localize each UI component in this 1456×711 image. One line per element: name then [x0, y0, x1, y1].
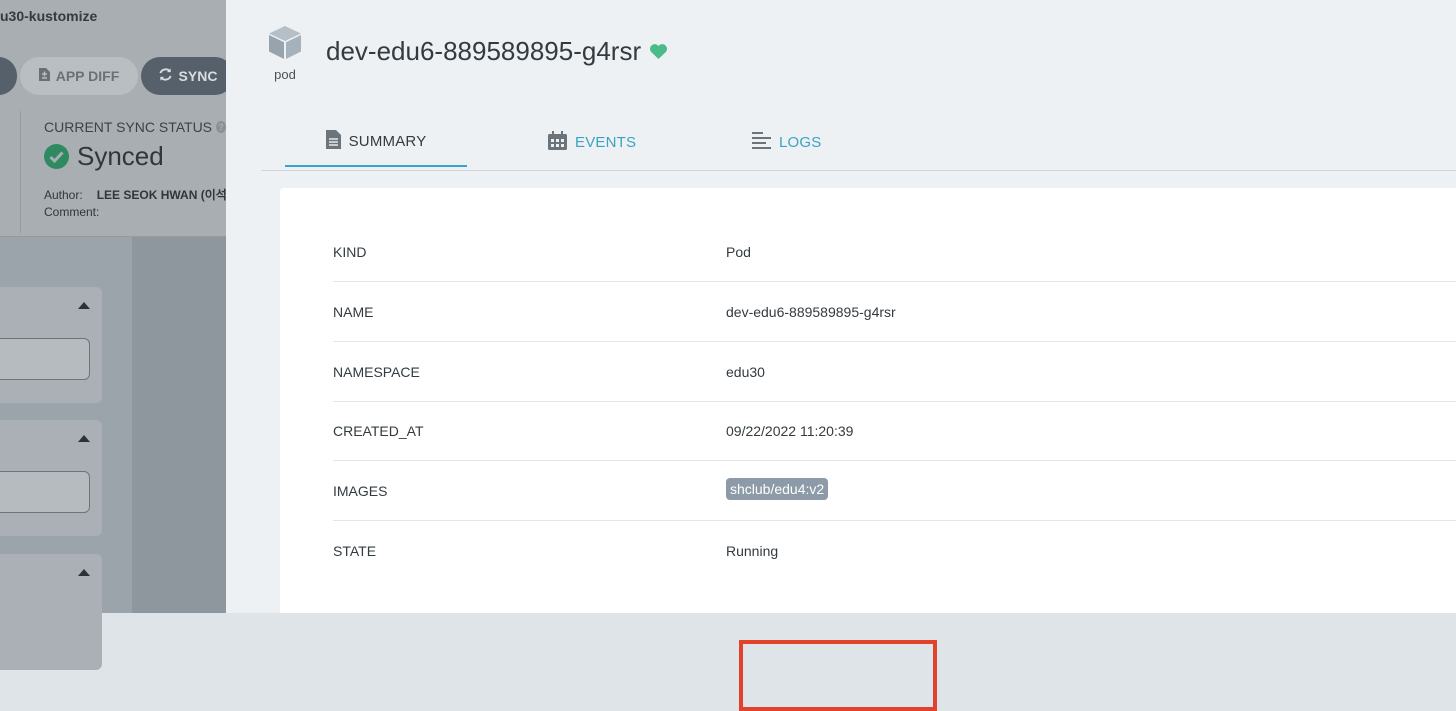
summary-key: STATE — [333, 543, 377, 559]
app-title: u30-kustomize — [0, 8, 98, 24]
sync-button[interactable]: SYNC — [141, 57, 234, 95]
align-left-icon — [752, 131, 771, 153]
filter-panel[interactable] — [0, 554, 102, 670]
summary-value: 09/22/2022 11:20:39 — [726, 422, 854, 439]
collapse-triangle-icon[interactable] — [78, 569, 90, 576]
tab-logs[interactable]: LOGS — [750, 117, 850, 167]
kind-caption: pod — [274, 67, 296, 82]
highlight-annotation-box — [739, 640, 937, 711]
image-tag: shclub/edu4:v2 — [726, 478, 829, 500]
collapse-triangle-icon[interactable] — [78, 435, 90, 442]
document-icon — [325, 129, 341, 153]
filter-input[interactable] — [0, 471, 90, 513]
summary-key: NAMESPACE — [333, 363, 420, 380]
summary-key: NAME — [333, 303, 374, 320]
tab-events-label: EVENTS — [575, 133, 637, 151]
summary-row-created-at: CREATED_AT 09/22/2022 11:20:39 — [333, 401, 1456, 461]
tab-logs-label: LOGS — [779, 133, 822, 151]
tab-bar: SUMMARY EVENTS LOGS — [261, 117, 1456, 171]
summary-key: KIND — [333, 243, 367, 260]
summary-row-namespace: NAMESPACE edu30 — [333, 342, 1456, 402]
pod-kind-badge: pod — [266, 24, 304, 82]
synced-check-icon — [44, 144, 69, 169]
tab-summary[interactable]: SUMMARY — [285, 117, 467, 167]
summary-row-name: NAME dev-edu6-889589895-g4rsr — [333, 282, 1456, 342]
author-label: Author: — [44, 188, 83, 202]
summary-card: KIND Pod NAME dev-edu6-889589895-g4rsr N… — [280, 188, 1456, 711]
sync-status-card[interactable]: CURRENT SYNC STATUS ? Synced Author: LEE … — [20, 111, 227, 233]
resource-name: dev-edu6-889589895-g4rsr — [326, 36, 642, 66]
summary-value: dev-edu6-889589895-g4rsr — [726, 303, 896, 320]
resource-details-panel: pod dev-edu6-889589895-g4rsr SUMMARY EVE… — [226, 0, 1456, 711]
app-diff-button[interactable]: APP DIFF — [20, 57, 138, 95]
filter-input[interactable] — [0, 338, 90, 380]
summary-key: IMAGES — [333, 482, 388, 499]
help-icon[interactable]: ? — [216, 121, 226, 133]
summary-value: Pod — [726, 243, 751, 260]
filter-panel[interactable] — [0, 420, 102, 536]
cube-icon — [267, 26, 303, 64]
tab-summary-label: SUMMARY — [348, 132, 427, 150]
file-diff-icon — [38, 68, 50, 84]
app-diff-label: APP DIFF — [55, 68, 120, 84]
resource-title: dev-edu6-889589895-g4rsr — [326, 36, 668, 67]
summary-row-kind: KIND Pod — [333, 222, 1456, 282]
sync-status-label: CURRENT SYNC STATUS — [44, 119, 213, 135]
sync-status-value: Synced — [77, 141, 164, 171]
author-value: LEE SEOK HWAN (이석 — [96, 188, 227, 202]
tab-events[interactable]: EVENTS — [546, 117, 666, 167]
health-heart-icon — [649, 36, 668, 67]
summary-row-images: IMAGES shclub/edu4:v2 — [333, 461, 1456, 521]
sync-icon — [158, 67, 173, 85]
summary-key: CREATED_AT — [333, 422, 424, 439]
sync-label: SYNC — [178, 68, 218, 84]
summary-value: edu30 — [726, 363, 765, 380]
summary-row-state: STATE Running — [333, 521, 1456, 581]
collapse-triangle-icon[interactable] — [78, 302, 90, 309]
comment-label: Comment: — [44, 205, 100, 219]
filter-panel[interactable] — [0, 287, 102, 403]
summary-value: Running — [726, 543, 779, 559]
calendar-icon — [548, 130, 567, 154]
